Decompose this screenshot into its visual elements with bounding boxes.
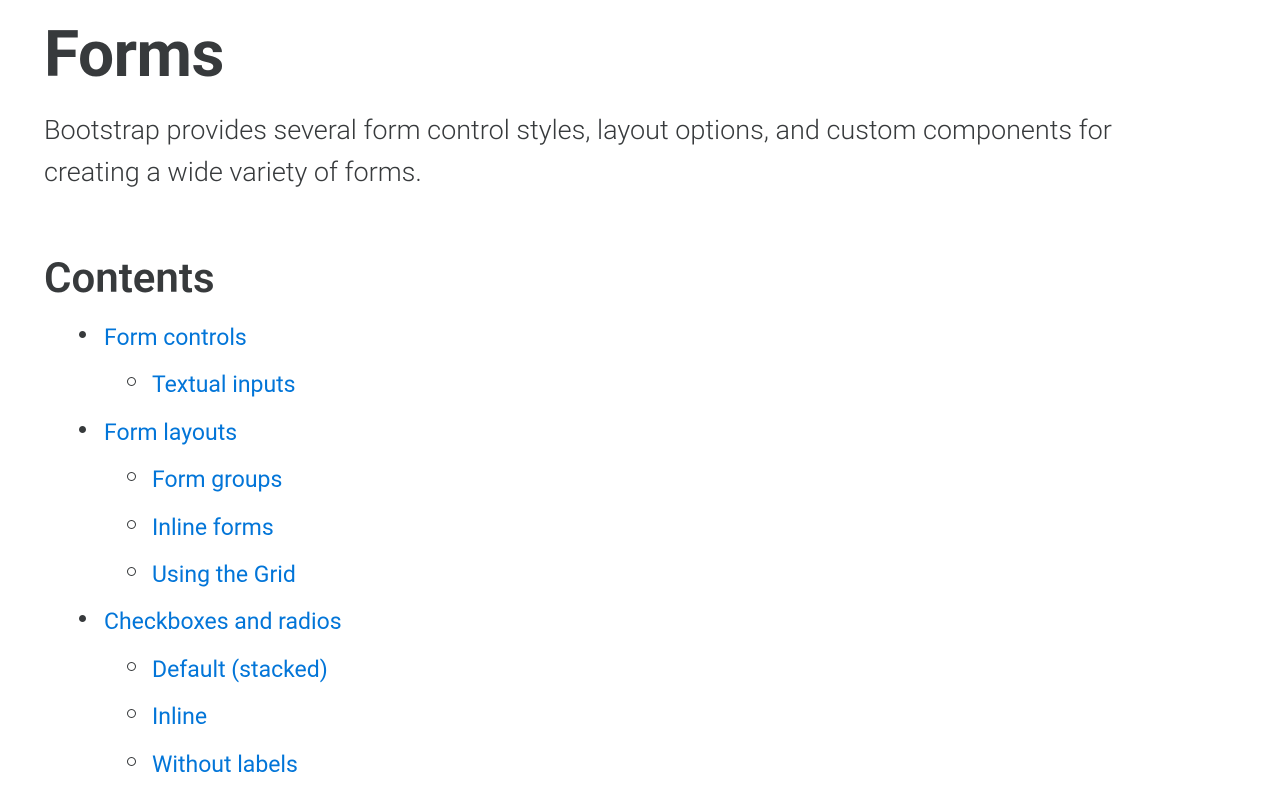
toc-subitem: Using the Grid [132, 554, 1220, 595]
toc-link-without-labels[interactable]: Without labels [152, 751, 298, 778]
page-lead: Bootstrap provides several form control … [44, 110, 1184, 194]
toc-subitem: Default (stacked) [132, 649, 1220, 690]
toc-link-default-stacked[interactable]: Default (stacked) [152, 656, 328, 683]
toc-sublist: Textual inputs [104, 364, 1220, 405]
toc-link-checkboxes-and-radios[interactable]: Checkboxes and radios [104, 608, 342, 635]
toc-link-using-the-grid[interactable]: Using the Grid [152, 561, 296, 588]
toc-item: Form controls Textual inputs [84, 317, 1220, 406]
toc-link-form-controls[interactable]: Form controls [104, 324, 247, 351]
toc-subitem: Inline forms [132, 507, 1220, 548]
toc-link-form-layouts[interactable]: Form layouts [104, 419, 237, 446]
contents-heading: Contents [44, 254, 1220, 303]
toc-item: Checkboxes and radios Default (stacked) … [84, 601, 1220, 785]
toc-sublist: Form groups Inline forms Using the Grid [104, 459, 1220, 595]
toc-subitem: Inline [132, 696, 1220, 737]
toc-subitem: Textual inputs [132, 364, 1220, 405]
toc-link-form-groups[interactable]: Form groups [152, 466, 282, 493]
toc-link-inline[interactable]: Inline [152, 703, 207, 730]
toc-subitem: Without labels [132, 744, 1220, 785]
toc-link-inline-forms[interactable]: Inline forms [152, 514, 274, 541]
toc-link-textual-inputs[interactable]: Textual inputs [152, 371, 296, 398]
table-of-contents: Form controls Textual inputs Form layout… [44, 317, 1220, 785]
toc-item: Form layouts Form groups Inline forms Us… [84, 412, 1220, 596]
toc-subitem: Form groups [132, 459, 1220, 500]
page-title: Forms [44, 20, 1220, 90]
